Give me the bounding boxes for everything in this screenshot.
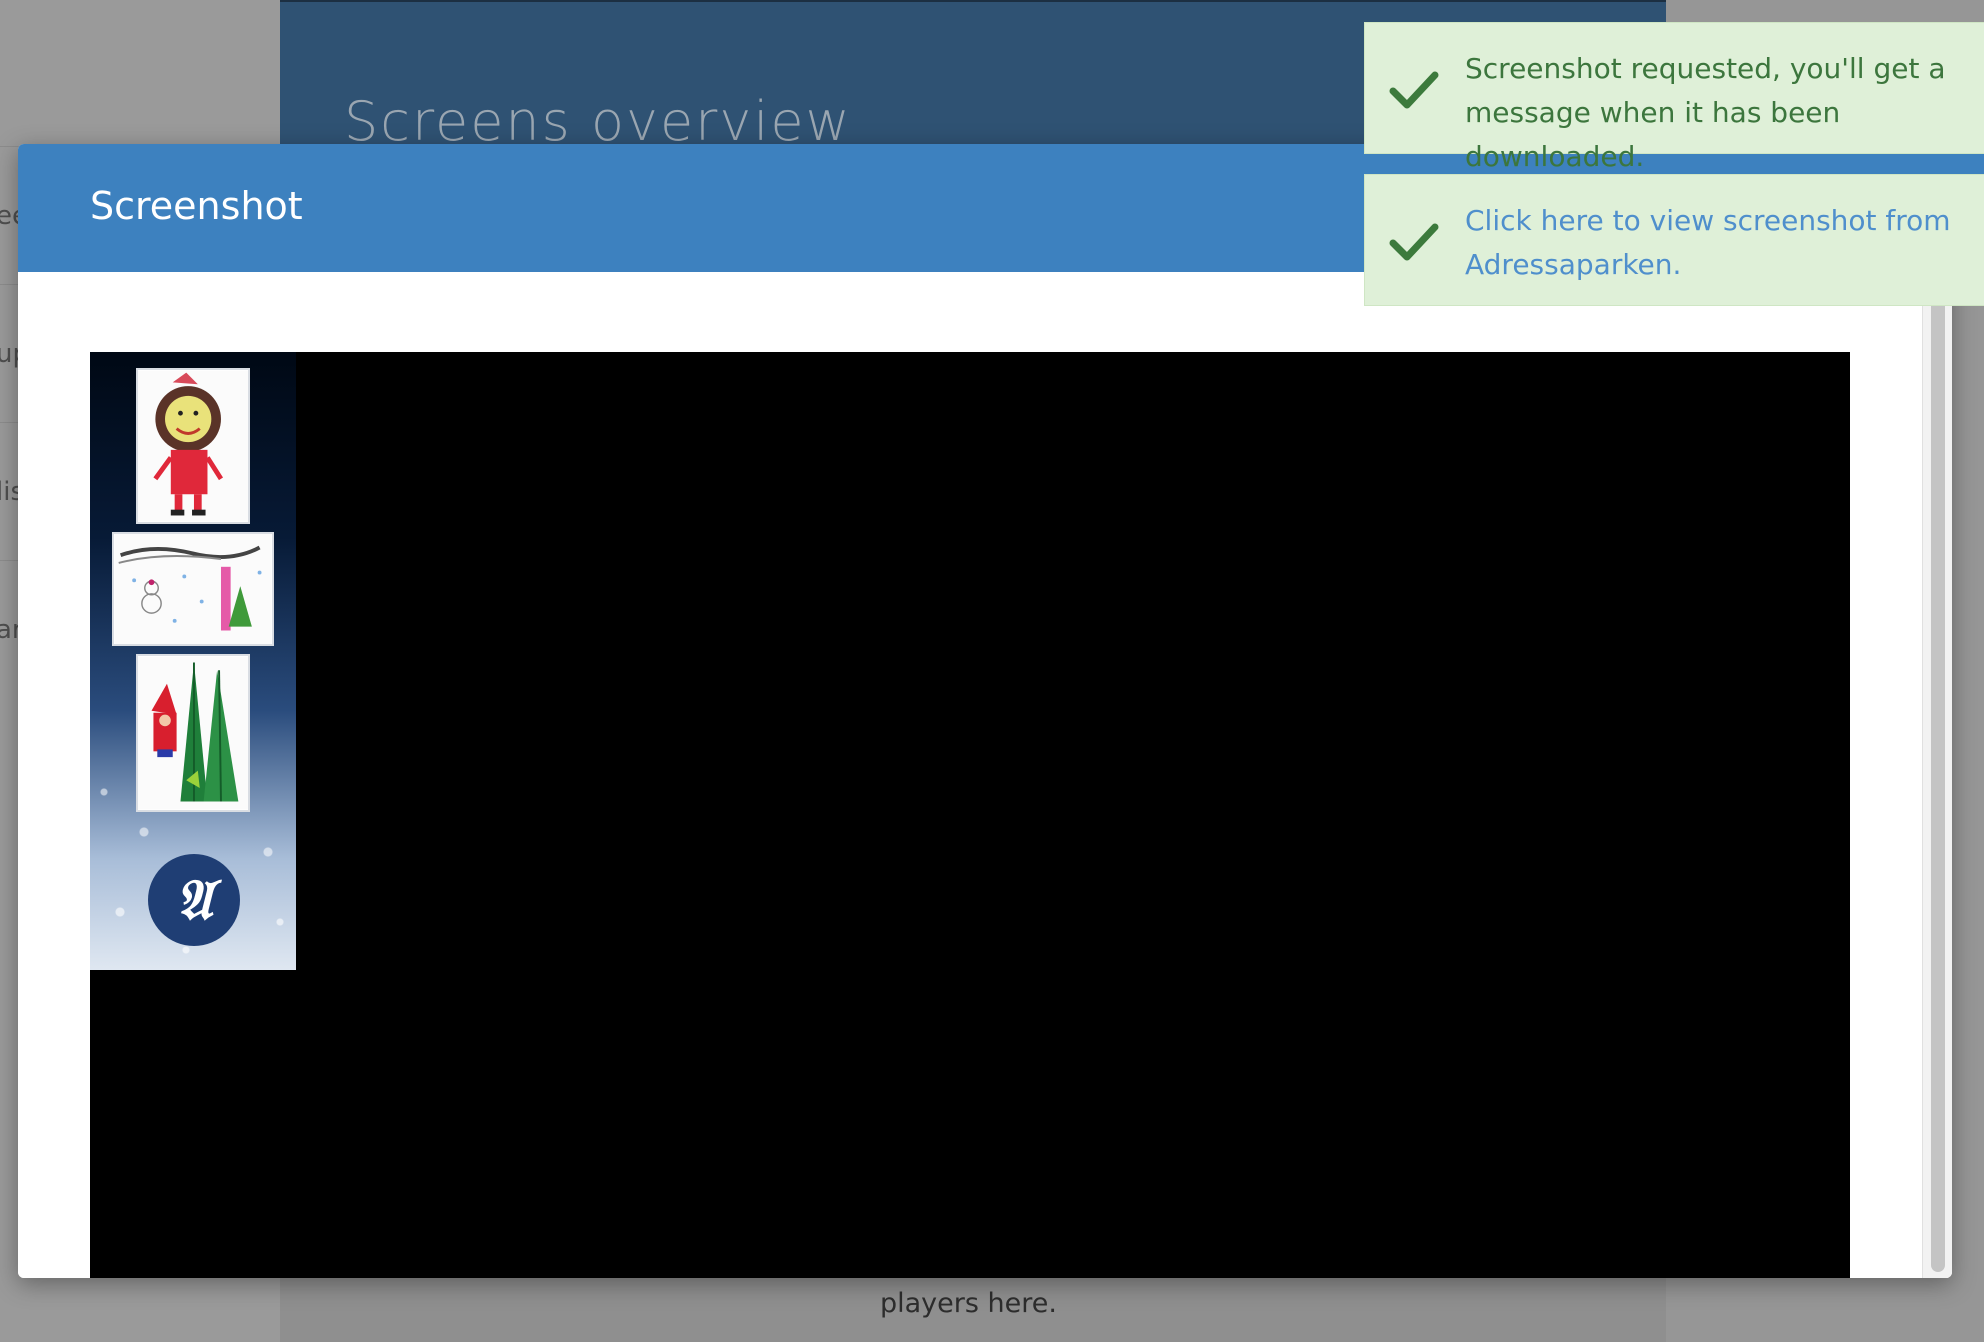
screenshot-modal: Screenshot 𝔄 — [18, 144, 1952, 1278]
drawing-thumbnail — [136, 368, 250, 524]
modal-title: Screenshot — [90, 184, 303, 228]
notification-view-screenshot[interactable]: Click here to view screenshot from Adres… — [1364, 174, 1984, 306]
child-drawing-girl-image — [138, 370, 248, 522]
newspaper-logo: 𝔄 — [148, 854, 240, 946]
check-icon — [1389, 71, 1439, 109]
drawing-thumbnail — [136, 654, 250, 812]
background-footer-text: players here. — [880, 1288, 1057, 1319]
view-screenshot-link[interactable]: Click here to view screenshot from Adres… — [1465, 199, 1984, 287]
notification-screenshot-requested: Screenshot requested, you'll get a messa… — [1364, 22, 1984, 173]
modal-scrollbar-thumb[interactable] — [1931, 272, 1945, 1272]
screenshot-image: 𝔄 — [90, 352, 1850, 1278]
check-icon — [1389, 223, 1439, 261]
child-drawing-santa-image — [138, 656, 248, 810]
screenshot-side-column: 𝔄 — [90, 352, 296, 970]
child-drawing-winter-image — [114, 534, 272, 644]
notification-text: Screenshot requested, you'll get a messa… — [1465, 52, 1946, 173]
drawing-thumbnail — [112, 532, 274, 646]
modal-scrollbar[interactable] — [1922, 272, 1952, 1278]
